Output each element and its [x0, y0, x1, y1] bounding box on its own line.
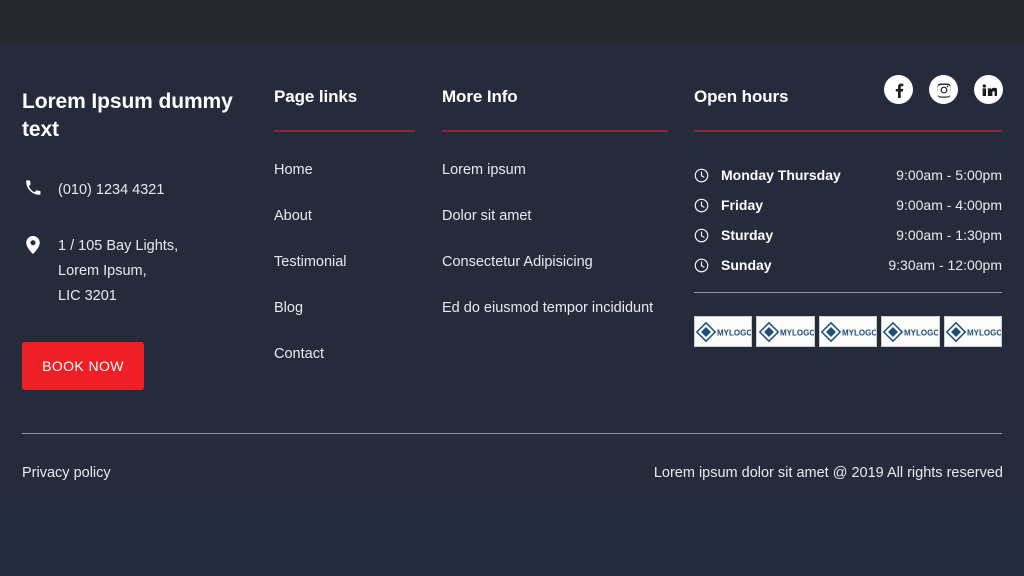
hours-time: 9:00am - 1:30pm: [896, 227, 1002, 243]
facebook-icon[interactable]: [884, 75, 913, 104]
open-hours-divider: [694, 292, 1002, 293]
partner-logo[interactable]: MYLOGO: [943, 316, 1003, 347]
more-info-heading: More Info: [442, 87, 518, 106]
svg-text:MYLOGO: MYLOGO: [904, 328, 938, 337]
phone-icon: [22, 178, 44, 196]
page-link-about[interactable]: About: [274, 208, 424, 225]
page-link-contact[interactable]: Contact: [274, 346, 424, 363]
privacy-policy-link[interactable]: Privacy policy: [22, 465, 111, 481]
svg-text:MYLOGO: MYLOGO: [967, 328, 1001, 337]
book-now-button[interactable]: BOOK NOW: [22, 342, 144, 390]
location-pin-icon: [22, 234, 44, 254]
open-hours-heading-rule: [694, 130, 1002, 132]
page-links-heading: Page links: [274, 87, 358, 106]
hours-day: Sunday: [721, 257, 772, 273]
more-info-link-2[interactable]: Dolor sit amet: [442, 208, 682, 225]
more-info-link-3[interactable]: Consectetur Adipisicing: [442, 254, 682, 271]
hours-row: Sturday 9:00am - 1:30pm: [694, 220, 1002, 250]
hours-row: Monday Thursday 9:00am - 5:00pm: [694, 160, 1002, 190]
clock-icon: [694, 228, 711, 243]
partner-logo-strip: MYLOGO MYLOGO MYLOGO MYLOGO MYLOGO: [694, 316, 1003, 347]
brand-column: Lorem Ipsum dummy text (010) 1234 4321 1…: [22, 88, 262, 390]
bottom-divider: [22, 433, 1002, 434]
brand-title: Lorem Ipsum dummy text: [22, 90, 233, 141]
copyright-text: Lorem ipsum dolor sit amet @ 2019 All ri…: [653, 465, 1003, 481]
page-link-testimonial[interactable]: Testimonial: [274, 254, 424, 271]
hours-day: Monday Thursday: [721, 167, 841, 183]
site-footer: Lorem Ipsum dummy text (010) 1234 4321 1…: [0, 0, 1024, 576]
address-text: 1 / 105 Bay Lights, Lorem Ipsum, LIC 320…: [58, 238, 179, 304]
page-link-home[interactable]: Home: [274, 162, 424, 179]
svg-text:MYLOGO: MYLOGO: [842, 328, 876, 337]
open-hours-list: Monday Thursday 9:00am - 5:00pm Friday 9…: [694, 160, 1002, 280]
svg-text:MYLOGO: MYLOGO: [717, 328, 751, 337]
hours-time: 9:30am - 12:00pm: [888, 257, 1002, 273]
more-info-heading-rule: [442, 130, 668, 132]
more-info-list: Lorem ipsum Dolor sit amet Consectetur A…: [442, 162, 682, 317]
hours-day: Sturday: [721, 227, 774, 243]
page-links-heading-rule: [274, 130, 415, 132]
phone-number: (010) 1234 4321: [58, 182, 165, 198]
instagram-icon[interactable]: [929, 75, 958, 104]
partner-logo[interactable]: MYLOGO: [756, 316, 815, 347]
more-info-link-1[interactable]: Lorem ipsum: [442, 162, 682, 179]
clock-icon: [694, 258, 711, 273]
more-info-column: More Info Lorem ipsum Dolor sit amet Con…: [442, 88, 682, 317]
contact-phone-row: (010) 1234 4321: [22, 178, 164, 203]
page-link-blog[interactable]: Blog: [274, 300, 424, 317]
clock-icon: [694, 198, 711, 213]
hours-day: Friday: [721, 197, 764, 213]
partner-logo[interactable]: MYLOGO: [818, 316, 878, 347]
svg-text:MYLOGO: MYLOGO: [780, 328, 814, 337]
partner-logo[interactable]: MYLOGO: [881, 316, 940, 347]
hours-row: Friday 9:00am - 4:00pm: [694, 190, 1002, 220]
hours-time: 9:00am - 4:00pm: [896, 197, 1002, 213]
clock-icon: [694, 168, 711, 183]
social-links: [884, 75, 1003, 104]
linkedin-icon[interactable]: [974, 75, 1003, 104]
page-links-list: Home About Testimonial Blog Contact: [274, 162, 424, 363]
hours-row: Sunday 9:30am - 12:00pm: [694, 250, 1002, 280]
page-links-column: Page links Home About Testimonial Blog C…: [274, 88, 424, 363]
more-info-link-4[interactable]: Ed do eiusmod tempor incididunt: [442, 300, 682, 317]
partner-logo[interactable]: MYLOGO: [694, 316, 753, 347]
hours-time: 9:00am - 5:00pm: [896, 167, 1002, 183]
contact-address-row: 1 / 105 Bay Lights, Lorem Ipsum, LIC 320…: [22, 234, 178, 309]
open-hours-column: Open hours Monday Thursday 9:00am - 5:00…: [694, 75, 1003, 347]
